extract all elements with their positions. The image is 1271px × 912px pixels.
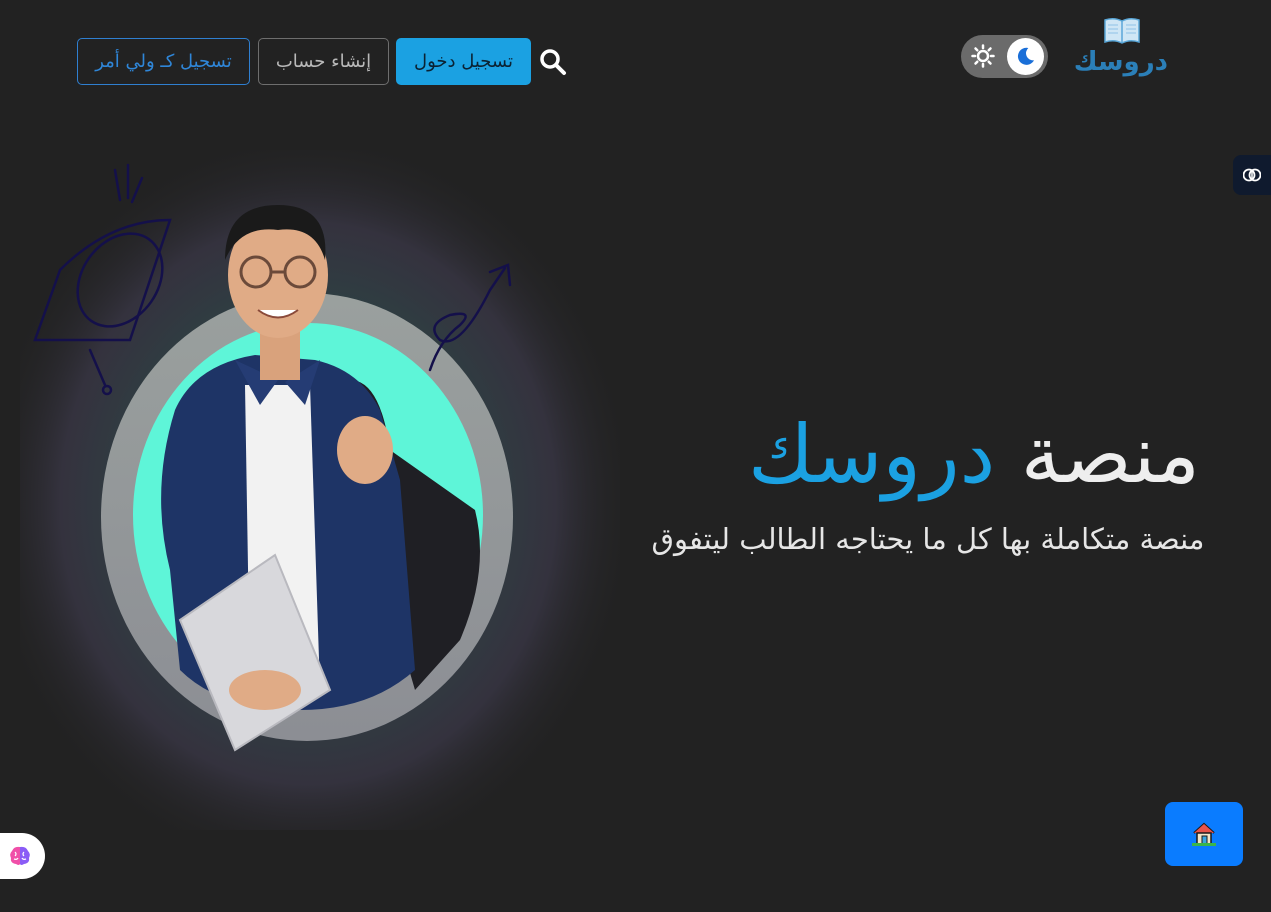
page: دروسك تسجيل دخول إنشاء حساب تسجيل كـ ولي… [0,0,1271,912]
sun-icon [971,44,995,68]
brain-icon [1243,168,1261,182]
parent-register-button[interactable]: تسجيل كـ ولي أمر [77,38,250,85]
brain-icon [10,846,30,865]
site-logo[interactable]: دروسك [1073,16,1168,92]
moon-icon [1017,47,1035,65]
hero-title: منصة دروسك [640,400,1200,510]
theme-toggle[interactable] [961,35,1048,78]
logo-text: دروسك [1073,47,1168,77]
house-icon [1192,822,1216,846]
open-book-icon [1104,17,1140,44]
hero-title-part1: منصة [1020,408,1200,501]
side-tab[interactable] [1233,155,1271,195]
hero-title-part2: دروسك [747,408,996,501]
hero-illustration [20,150,620,830]
ai-assistant-button[interactable] [0,833,45,879]
hero-subtitle: منصة متكاملة بها كل ما يحتاجه الطالب ليت… [651,522,1205,556]
toggle-knob[interactable] [1007,38,1044,75]
home-button[interactable] [1165,802,1243,866]
search-button[interactable] [538,47,568,77]
register-button[interactable]: إنشاء حساب [258,38,389,85]
search-icon [540,49,566,75]
login-button[interactable]: تسجيل دخول [396,38,531,85]
